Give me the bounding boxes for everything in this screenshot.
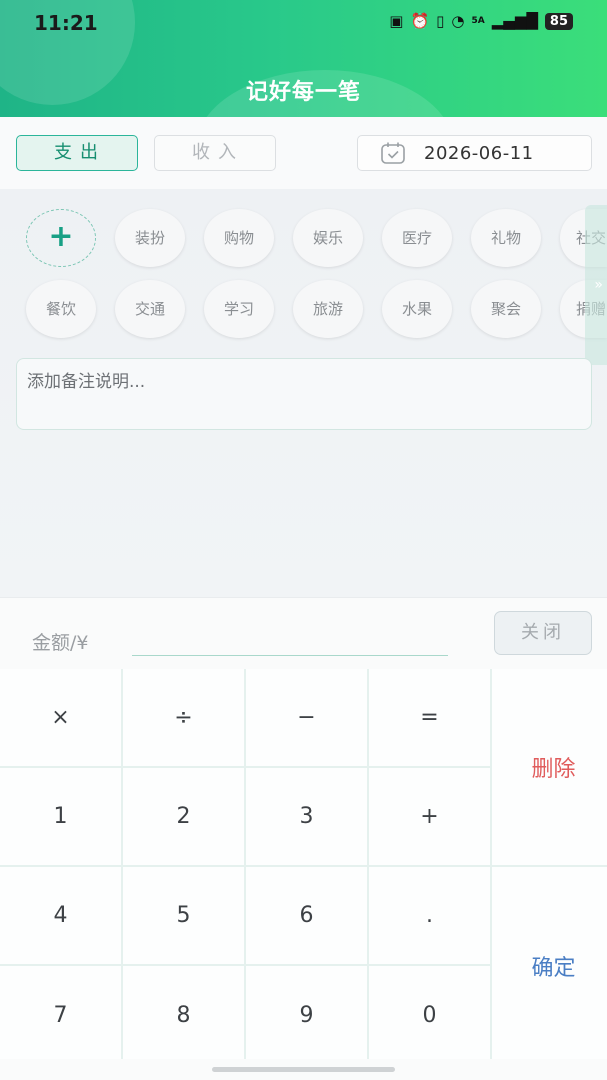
- category-item[interactable]: 水果: [382, 280, 452, 338]
- amount-input[interactable]: [132, 655, 448, 656]
- network-label: 5A: [471, 16, 485, 26]
- key-plus[interactable]: +: [369, 768, 490, 865]
- key-3[interactable]: 3: [246, 768, 367, 865]
- home-indicator[interactable]: [212, 1067, 395, 1072]
- amount-label: 金额/¥: [32, 632, 89, 654]
- category-item[interactable]: 交通: [115, 280, 185, 338]
- category-item[interactable]: 购物: [204, 209, 274, 267]
- amount-bar: 金额/¥ 关闭: [0, 597, 607, 669]
- calendar-icon: [381, 142, 405, 164]
- close-button[interactable]: 关闭: [494, 611, 592, 655]
- category-item[interactable]: 医疗: [382, 209, 452, 267]
- key-multiply[interactable]: ×: [0, 669, 121, 766]
- category-grid: + 装扮 购物 娱乐 医疗 礼物 社交 餐饮 交通 学习 旅游 水果 聚会 捐赠…: [0, 189, 607, 597]
- battery-icon: 85: [544, 12, 573, 30]
- date-value: 2026-06-11: [424, 142, 534, 164]
- date-picker[interactable]: 2026-06-11: [357, 135, 592, 171]
- confirm-button[interactable]: 确定: [492, 867, 607, 1065]
- key-6[interactable]: 6: [246, 867, 367, 964]
- category-item[interactable]: 聚会: [471, 280, 541, 338]
- wifi-icon: ◔: [451, 12, 465, 30]
- signal-icon: ▂▄▆█: [491, 12, 538, 30]
- category-item[interactable]: 装扮: [115, 209, 185, 267]
- alarm-icon: ⏰: [410, 12, 430, 30]
- note-input[interactable]: 添加备注说明...: [16, 358, 592, 430]
- key-9[interactable]: 9: [246, 966, 367, 1065]
- key-5[interactable]: 5: [123, 867, 244, 964]
- key-1[interactable]: 1: [0, 768, 121, 865]
- category-item[interactable]: 餐饮: [26, 280, 96, 338]
- key-7[interactable]: 7: [0, 966, 121, 1065]
- gesture-bar: [0, 1059, 607, 1080]
- scroll-handle[interactable]: »: [585, 205, 607, 365]
- key-2[interactable]: 2: [123, 768, 244, 865]
- income-tab[interactable]: 收入: [154, 135, 276, 171]
- add-category-button[interactable]: +: [26, 209, 96, 267]
- delete-button[interactable]: 删除: [492, 669, 607, 865]
- category-item[interactable]: 娱乐: [293, 209, 363, 267]
- key-dot[interactable]: .: [369, 867, 490, 964]
- expense-tab[interactable]: 支出: [16, 135, 138, 171]
- key-equals[interactable]: =: [369, 669, 490, 766]
- category-item[interactable]: 学习: [204, 280, 274, 338]
- number-keypad: × ÷ − = 删除 1 2 3 + 4 5 6 . 确定 7 8 9 0: [0, 669, 607, 1065]
- page-title: 记好每一笔: [245, 80, 361, 105]
- double-chevron-right-icon: »: [594, 277, 603, 293]
- category-item[interactable]: 礼物: [471, 209, 541, 267]
- key-minus[interactable]: −: [246, 669, 367, 766]
- key-divide[interactable]: ÷: [123, 669, 244, 766]
- key-0[interactable]: 0: [369, 966, 490, 1065]
- nfc-icon: ▣: [389, 12, 404, 30]
- app-header: 11:21 ▣ ⏰ ▯ ◔ 5A ▂▄▆█ 85 记好每一笔: [0, 0, 607, 117]
- type-bar: 支出 收入 2026-06-11: [0, 117, 607, 189]
- status-time: 11:21: [34, 11, 98, 35]
- key-4[interactable]: 4: [0, 867, 121, 964]
- status-icons: ▣ ⏰ ▯ ◔ 5A ▂▄▆█ 85: [389, 12, 573, 30]
- category-item[interactable]: 旅游: [293, 280, 363, 338]
- vibrate-icon: ▯: [436, 12, 445, 30]
- key-8[interactable]: 8: [123, 966, 244, 1065]
